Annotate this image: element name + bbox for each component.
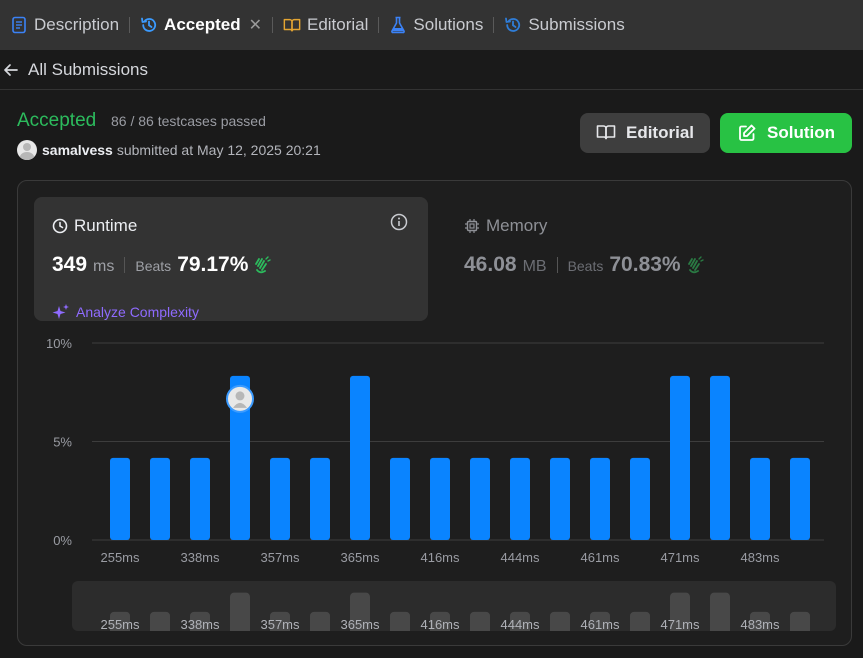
minimap-tick-label: 461ms xyxy=(580,617,620,631)
y-tick-label: 10% xyxy=(46,336,72,351)
minimap-tick-label: 255ms xyxy=(100,617,140,631)
x-tick-label: 483ms xyxy=(740,550,780,565)
x-tick-label: 357ms xyxy=(260,550,300,565)
solution-button[interactable]: Solution xyxy=(720,113,852,153)
submitter-row: samalvess submitted at May 12, 2025 20:2… xyxy=(17,140,321,160)
bar[interactable] xyxy=(430,457,450,540)
performance-panel: Runtime 349 ms Beats 79.17% Analyze Comp… xyxy=(17,180,852,646)
arrow-left-icon xyxy=(2,60,22,80)
flask-icon xyxy=(389,16,407,34)
testcases-passed: 86 / 86 testcases passed xyxy=(111,113,266,129)
solution-button-label: Solution xyxy=(767,123,835,142)
y-tick-label: 0% xyxy=(53,533,72,548)
submitted-at: submitted at May 12, 2025 20:21 xyxy=(116,142,321,158)
x-tick-label: 255ms xyxy=(100,550,140,565)
x-tick-label: 471ms xyxy=(660,550,700,565)
book-icon xyxy=(283,16,301,34)
chart-range-selector[interactable]: 255ms 338ms 357ms 365ms 416ms 444ms 461ms 471ms… xyxy=(72,581,836,631)
runtime-distribution-chart: 0% 5% 10% 255ms 338ms 357ms 365ms 416ms 444ms 461… xyxy=(46,336,824,565)
x-tick-label: 338ms xyxy=(180,550,220,565)
tab-label: Description xyxy=(34,15,120,34)
bar[interactable] xyxy=(630,457,650,540)
back-link-label: All Submissions xyxy=(28,59,148,79)
bar[interactable] xyxy=(190,457,210,540)
tab-divider xyxy=(129,17,131,33)
minimap-tick-label: 444ms xyxy=(500,617,540,631)
tab-bar: Description Accepted ✕ Editorial Solutio… xyxy=(0,0,863,50)
history-icon xyxy=(140,16,158,34)
bar[interactable] xyxy=(510,457,530,540)
bar[interactable] xyxy=(790,457,810,540)
editorial-button[interactable]: Editorial xyxy=(580,113,710,153)
bar[interactable] xyxy=(150,457,170,540)
tab-divider xyxy=(378,17,380,33)
close-icon[interactable]: ✕ xyxy=(249,15,262,35)
edit-icon xyxy=(737,123,757,143)
bar[interactable] xyxy=(270,457,290,540)
minimap-bar xyxy=(390,611,410,631)
x-tick-label: 365ms xyxy=(340,550,380,565)
minimap-tick-label: 483ms xyxy=(740,617,780,631)
minimap-bar xyxy=(710,592,730,631)
minimap-bar xyxy=(550,611,570,631)
tab-label: Accepted xyxy=(164,15,241,34)
x-tick-label: 416ms xyxy=(420,550,460,565)
minimap-bar xyxy=(790,611,810,631)
username[interactable]: samalvess xyxy=(42,142,113,158)
bar[interactable] xyxy=(110,457,130,540)
tab-submissions[interactable]: Submissions xyxy=(498,0,630,50)
tab-label: Solutions xyxy=(413,15,484,34)
tab-editorial[interactable]: Editorial xyxy=(277,0,374,50)
back-link[interactable]: All Submissions xyxy=(0,50,863,90)
description-icon xyxy=(10,16,28,34)
minimap-bar xyxy=(630,611,650,631)
minimap-tick-label: 416ms xyxy=(420,617,460,631)
bar[interactable] xyxy=(390,457,410,540)
avatar[interactable] xyxy=(17,140,37,160)
tab-accepted[interactable]: Accepted ✕ xyxy=(134,0,268,50)
editorial-button-label: Editorial xyxy=(625,123,694,142)
tab-label: Submissions xyxy=(528,15,625,34)
history-icon xyxy=(504,16,522,34)
tab-divider xyxy=(493,17,495,33)
minimap-bar xyxy=(150,611,170,631)
minimap-tick-label: 357ms xyxy=(260,617,300,631)
range-selector-bars: 255ms 338ms 357ms 365ms 416ms 444ms 461ms 471ms… xyxy=(100,592,810,631)
tab-divider xyxy=(271,17,273,33)
minimap-tick-label: 338ms xyxy=(180,617,220,631)
bar[interactable] xyxy=(710,375,730,540)
tab-label: Editorial xyxy=(306,15,369,34)
x-tick-label: 461ms xyxy=(580,550,620,565)
submission-status: Accepted xyxy=(17,110,97,131)
minimap-bar xyxy=(310,611,330,631)
bar[interactable] xyxy=(550,457,570,540)
bar[interactable] xyxy=(470,457,490,540)
avatar-head xyxy=(235,391,245,401)
minimap-tick-label: 471ms xyxy=(660,617,700,631)
y-tick-label: 5% xyxy=(53,435,72,450)
bar[interactable] xyxy=(750,457,770,540)
x-tick-label: 444ms xyxy=(500,550,540,565)
tab-solutions[interactable]: Solutions xyxy=(383,0,489,50)
book-icon xyxy=(596,123,616,143)
bar[interactable] xyxy=(670,375,690,540)
minimap-bar xyxy=(230,592,250,631)
bar[interactable] xyxy=(590,457,610,540)
minimap-bar xyxy=(470,611,490,631)
tab-description[interactable]: Description xyxy=(4,0,125,50)
bar[interactable] xyxy=(310,457,330,540)
minimap-tick-label: 365ms xyxy=(340,617,380,631)
bar[interactable] xyxy=(350,375,370,540)
